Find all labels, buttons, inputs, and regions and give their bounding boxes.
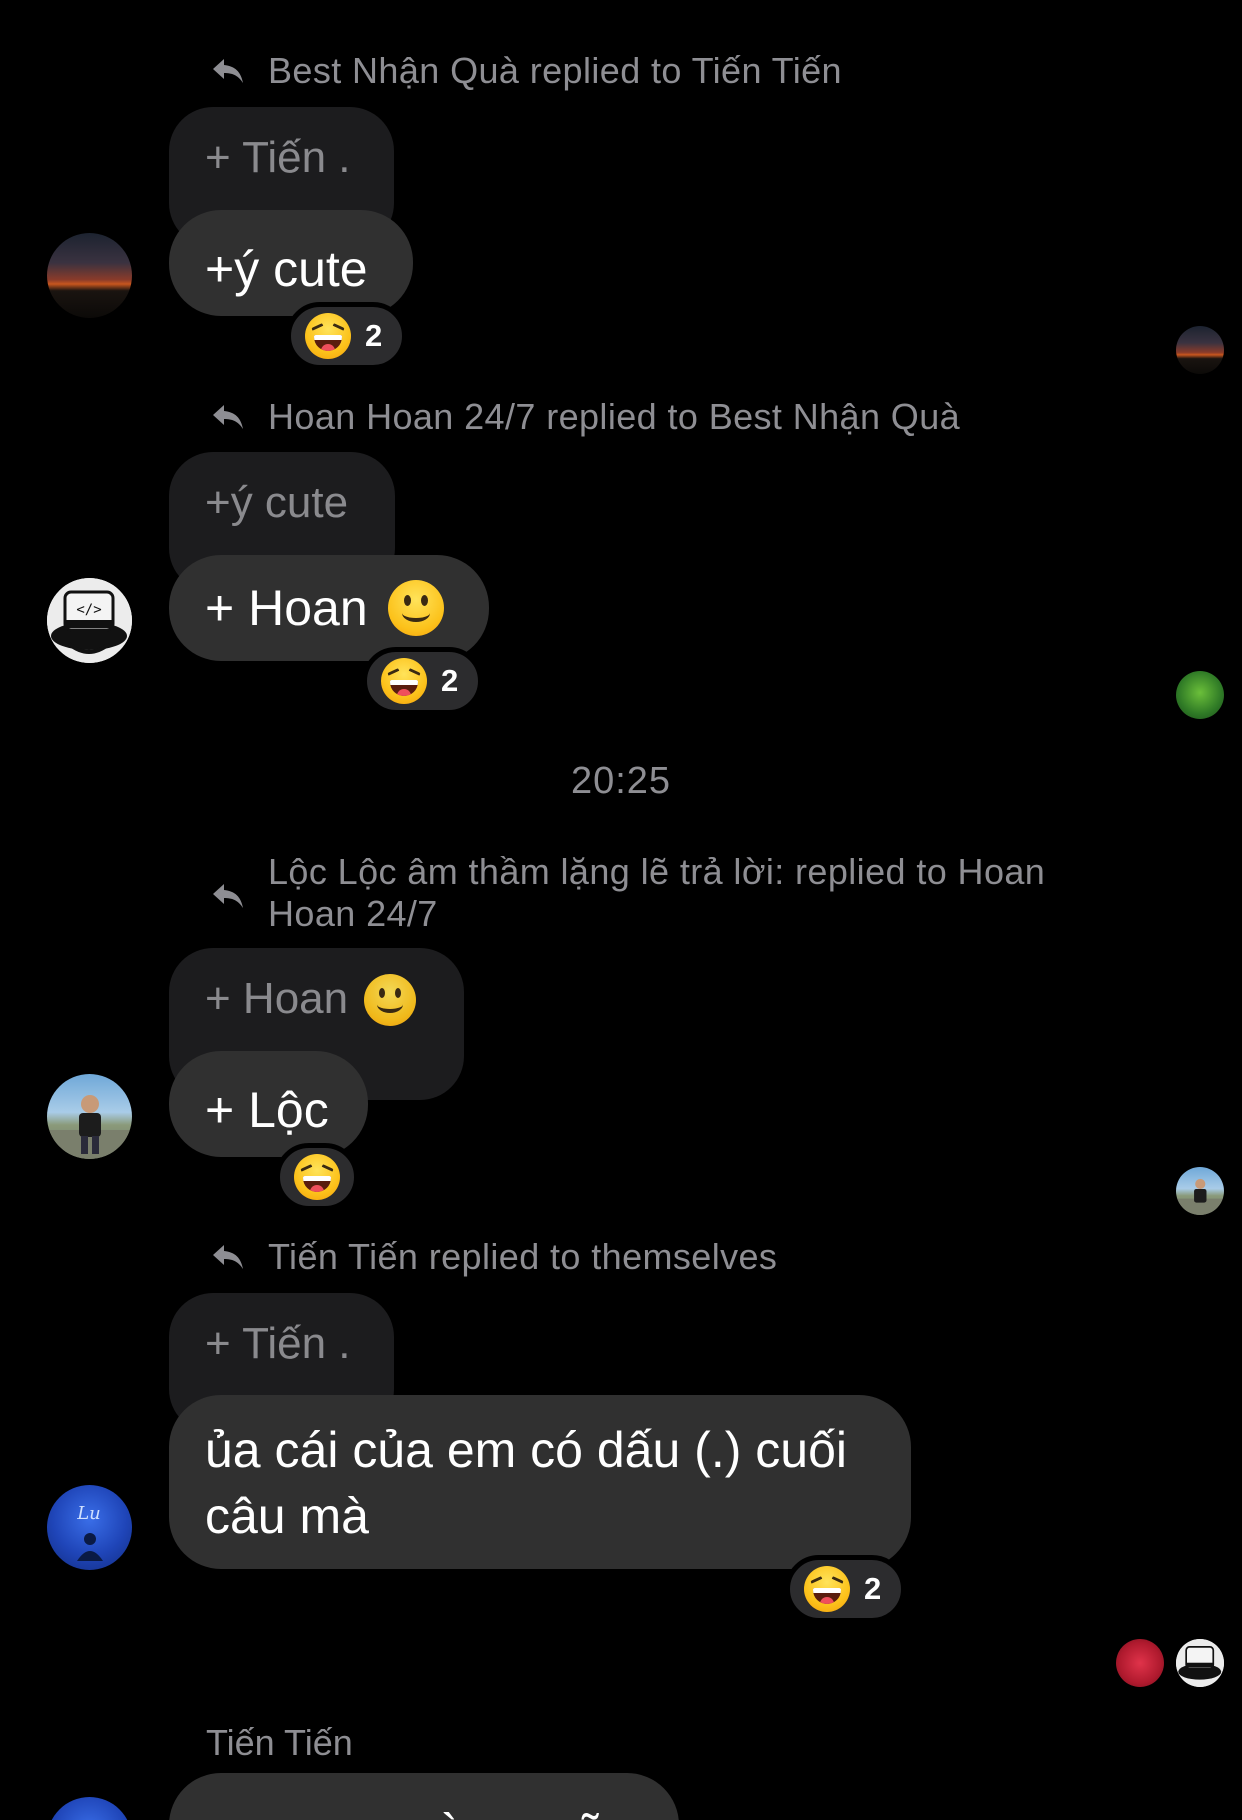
- reply-header-text: Hoan Hoan 24/7 replied to Best Nhận Quà: [268, 396, 961, 437]
- sender-avatar[interactable]: [47, 1074, 132, 1159]
- reaction-pill[interactable]: [275, 1143, 359, 1211]
- quoted-text: + Hoan: [205, 974, 349, 1023]
- reaction-pill[interactable]: 2: [785, 1555, 907, 1623]
- slightly-smiling-face-icon: [387, 580, 444, 636]
- message-text: sao mng còn + nữa: [205, 1804, 637, 1820]
- read-receipt-avatar: [1176, 1639, 1224, 1687]
- reaction-count: 2: [365, 318, 383, 353]
- timestamp: 20:25: [570, 760, 672, 802]
- read-receipt-avatar: [1176, 326, 1224, 374]
- reaction-count: 2: [864, 1571, 882, 1606]
- laughing-face-icon: [804, 1566, 850, 1612]
- sender-avatar[interactable]: </>: [47, 578, 132, 663]
- quoted-text: +ý cute: [205, 478, 349, 527]
- reply-header-text: Tiến Tiến replied to themselves: [268, 1236, 778, 1277]
- svg-text:Lu: Lu: [76, 1503, 101, 1524]
- sender-avatar[interactable]: [47, 1797, 132, 1820]
- quoted-text: + Tiến .: [205, 133, 351, 182]
- reply-header: Best Nhận Quà replied to Tiến Tiến: [208, 50, 1128, 92]
- read-receipt-avatar: [1176, 1167, 1224, 1215]
- reply-header: Tiến Tiến replied to themselves: [208, 1236, 1128, 1278]
- quoted-text: + Tiến .: [205, 1319, 351, 1368]
- laughing-face-icon: [305, 313, 351, 359]
- message-bubble[interactable]: ủa cái của em có dấu (.) cuối câu mà: [169, 1395, 911, 1569]
- message-text: + Hoan: [205, 580, 368, 636]
- sender-name: Tiến Tiến: [206, 1722, 353, 1763]
- message-text: + Lộc: [205, 1082, 329, 1138]
- message-bubble[interactable]: + Hoan: [169, 555, 489, 661]
- reaction-pill[interactable]: 2: [286, 302, 408, 370]
- sender-avatar[interactable]: [47, 233, 132, 318]
- reply-arrow-icon: [208, 875, 248, 917]
- reply-arrow-icon: [208, 1236, 248, 1278]
- slightly-smiling-face-icon: [364, 974, 417, 1026]
- laughing-face-icon: [294, 1154, 340, 1200]
- message-bubble[interactable]: sao mng còn + nữa: [169, 1773, 679, 1820]
- reply-arrow-icon: [208, 396, 248, 438]
- message-text: +ý cute: [205, 241, 368, 297]
- message-bubble[interactable]: +ý cute: [169, 210, 413, 316]
- reply-header-text: Best Nhận Quà replied to Tiến Tiến: [268, 50, 842, 91]
- sender-avatar[interactable]: Lu: [47, 1485, 132, 1570]
- message-text: ủa cái của em có dấu (.) cuối câu mà: [205, 1422, 847, 1544]
- reply-header: Hoan Hoan 24/7 replied to Best Nhận Quà: [208, 396, 1128, 438]
- reaction-pill[interactable]: 2: [362, 647, 484, 715]
- laughing-face-icon: [381, 658, 427, 704]
- reply-header-text: Lộc Lộc âm thầm lặng lẽ trả lời: replied…: [268, 851, 1046, 934]
- svg-text:</>: </>: [76, 602, 101, 618]
- read-receipt-avatar: [1116, 1639, 1164, 1687]
- message-bubble[interactable]: + Lộc: [169, 1051, 368, 1157]
- reaction-count: 2: [441, 663, 459, 698]
- read-receipt-avatar: [1176, 671, 1224, 719]
- reply-header: Lộc Lộc âm thầm lặng lẽ trả lời: replied…: [208, 851, 1128, 935]
- reply-arrow-icon: [208, 50, 248, 92]
